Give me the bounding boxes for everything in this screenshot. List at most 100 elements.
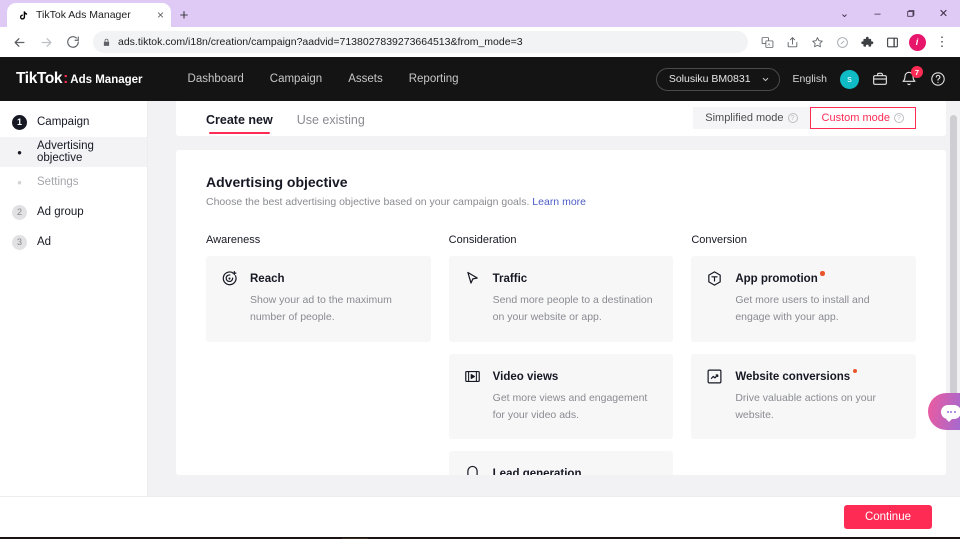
mode-simplified-label: Simplified mode — [705, 112, 784, 124]
app-logo-sub: Ads Manager — [70, 74, 143, 86]
objective-card-video-views[interactable]: Video views Get more views and engagemen… — [448, 353, 674, 440]
translate-icon[interactable]: A — [756, 31, 778, 53]
window-close-button[interactable]: ✕ — [927, 0, 960, 27]
objective-card-website-conversions[interactable]: Website conversions Drive valuable actio… — [691, 353, 916, 440]
sidepanel-icon[interactable] — [881, 31, 903, 53]
page-subtitle: Choose the best advertising objective ba… — [206, 196, 916, 208]
objective-card-reach[interactable]: Reach Show your ad to the maximum number… — [206, 256, 431, 342]
target-plus-icon — [221, 270, 239, 327]
sidebar-item-settings[interactable]: • Settings — [0, 167, 147, 197]
lock-icon — [102, 38, 111, 47]
sidebar-item-label: Settings — [37, 176, 79, 188]
briefcase-icon[interactable] — [872, 71, 888, 87]
browser-titlebar: TikTok Ads Manager × + ⌄ – ✕ — [0, 0, 960, 27]
objective-card-desc: Send more people to a destination on you… — [492, 294, 653, 324]
window-minimize-button[interactable]: – — [861, 0, 894, 27]
objective-card-body: Video views Get more views and engagemen… — [493, 367, 659, 425]
objective-card-desc: Show your ad to the maximum number of pe… — [250, 294, 392, 324]
objective-card-title: Video views — [493, 371, 559, 383]
objective-card-body: Traffic Send more people to a destinatio… — [493, 269, 659, 327]
objective-card-body: Reach Show your ad to the maximum number… — [250, 269, 416, 327]
tiktok-icon — [17, 9, 30, 22]
bullet-icon: • — [17, 174, 22, 190]
objective-column-conversion: Conversion App promotion Get more users … — [691, 234, 916, 475]
tab-use-existing[interactable]: Use existing — [297, 113, 365, 136]
notifications-bell-icon[interactable]: 7 — [901, 66, 923, 87]
objective-grid: Awareness Reach Show your ad to the maxi… — [206, 234, 916, 475]
status-badge — [820, 271, 825, 276]
objective-card-title: Reach — [250, 273, 285, 285]
sidebar-item-advertising-objective[interactable]: • Advertising objective — [0, 137, 147, 167]
continue-button[interactable]: Continue — [843, 505, 932, 529]
objective-card-traffic[interactable]: Traffic Send more people to a destinatio… — [448, 256, 674, 342]
page-subtitle-text: Choose the best advertising objective ba… — [206, 196, 530, 208]
account-selector-label: Solusiku BM0831 — [668, 73, 751, 85]
share-icon[interactable] — [781, 31, 803, 53]
chat-support-widget[interactable] — [928, 393, 960, 430]
profile-initial: i — [908, 33, 926, 51]
learn-more-link[interactable]: Learn more — [532, 196, 586, 208]
address-bar-url: ads.tiktok.com/i18n/creation/campaign?aa… — [118, 36, 523, 48]
page-body: 1 Campaign • Advertising objective • Set… — [0, 101, 960, 496]
chat-dots-icon — [941, 404, 960, 422]
browser-menu-button[interactable]: ⋮ — [931, 31, 953, 53]
sidebar-item-campaign[interactable]: 1 Campaign — [0, 107, 147, 137]
avatar[interactable]: i — [906, 31, 928, 53]
sidebar: 1 Campaign • Advertising objective • Set… — [0, 101, 148, 496]
app-hexagon-icon — [706, 270, 724, 327]
objective-card-title: Traffic — [493, 273, 528, 285]
column-heading: Consideration — [448, 234, 517, 246]
help-icon[interactable] — [930, 71, 946, 87]
magnet-icon — [464, 465, 482, 475]
objective-title-text: App promotion — [735, 273, 818, 285]
objective-card-lead-generation[interactable]: Lead generation Collect leads for your b… — [448, 451, 674, 475]
sidebar-item-ad[interactable]: 3 Ad — [0, 227, 147, 257]
forward-button[interactable] — [34, 30, 58, 54]
avatar-initial: s — [847, 74, 852, 84]
app-logo-main: TikTok — [16, 70, 63, 87]
objective-card-desc: Get more views and engagement for your v… — [492, 391, 648, 421]
nav-reporting[interactable]: Reporting — [409, 73, 459, 85]
app-header: TikTok : Ads Manager Dashboard Campaign … — [0, 57, 960, 101]
content-scrollbar[interactable] — [950, 115, 957, 425]
sidebar-item-label: Ad — [37, 236, 52, 248]
mode-custom[interactable]: Custom mode ? — [809, 107, 916, 129]
objective-column-consideration: Consideration Traffic Send more people t… — [448, 234, 674, 475]
back-button[interactable] — [7, 30, 31, 54]
mode-simplified[interactable]: Simplified mode ? — [693, 107, 810, 129]
step-badge-1: 1 — [12, 114, 27, 130]
objective-title-text: Video views — [492, 370, 559, 383]
help-icon[interactable]: ? — [787, 113, 798, 123]
objective-card-title: Website conversions — [735, 368, 858, 383]
main-content: Create new Use existing Simplified mode … — [148, 101, 960, 496]
browser-tab[interactable]: TikTok Ads Manager × — [7, 3, 171, 27]
status-badge — [852, 368, 858, 374]
footer-bar: Continue — [0, 496, 960, 537]
tab-group: Create new Use existing — [206, 101, 365, 136]
bookmark-star-icon[interactable] — [806, 31, 828, 53]
sidebar-item-ad-group[interactable]: 2 Ad group — [0, 197, 147, 227]
address-bar[interactable]: ads.tiktok.com/i18n/creation/campaign?aa… — [93, 31, 748, 53]
app-nav: Dashboard Campaign Assets Reporting — [188, 73, 459, 85]
objective-card-app-promotion[interactable]: App promotion Get more users to install … — [691, 256, 916, 342]
chevron-down-icon — [761, 75, 770, 84]
language-selector[interactable]: English — [793, 73, 827, 85]
nav-campaign[interactable]: Campaign — [270, 73, 322, 85]
app-logo[interactable]: TikTok : Ads Manager — [16, 70, 143, 88]
window-more-button[interactable]: ⌄ — [828, 0, 861, 27]
nav-dashboard[interactable]: Dashboard — [188, 73, 244, 85]
app-logo-colon: : — [63, 70, 69, 87]
reload-button[interactable] — [61, 30, 85, 54]
help-icon[interactable]: ? — [894, 113, 904, 123]
close-icon[interactable]: × — [157, 9, 164, 21]
tab-create-new[interactable]: Create new — [206, 113, 273, 136]
avatar[interactable]: s — [840, 69, 859, 89]
window-maximize-button[interactable] — [894, 0, 927, 27]
sidebar-item-label: Campaign — [37, 116, 90, 128]
new-tab-button[interactable]: + — [171, 3, 197, 27]
nav-assets[interactable]: Assets — [348, 73, 383, 85]
objective-panel: Advertising objective Choose the best ad… — [176, 150, 946, 475]
extensions-puzzle-icon[interactable] — [856, 31, 878, 53]
loyalty-icon[interactable] — [831, 31, 853, 53]
account-selector[interactable]: Solusiku BM0831 — [655, 67, 780, 91]
